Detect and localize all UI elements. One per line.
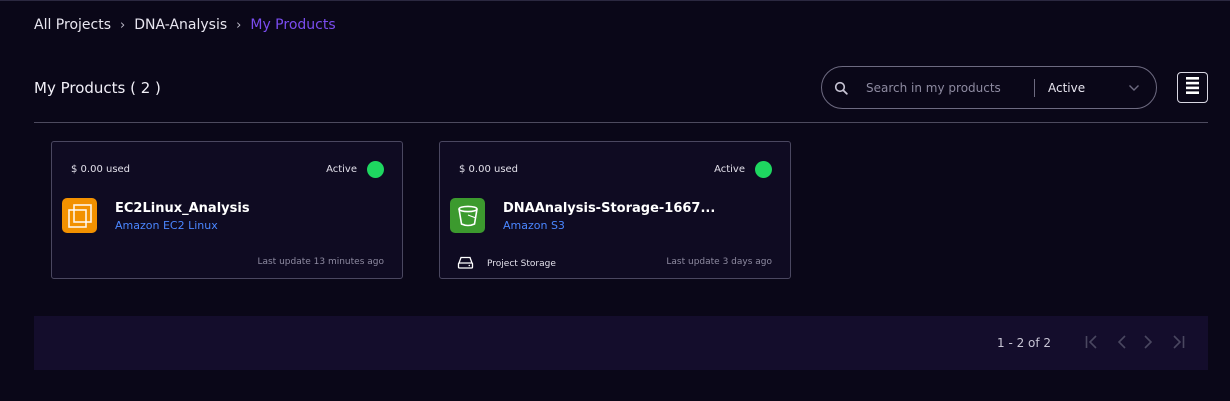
search-divider: [1034, 78, 1035, 97]
ec2-icon: [62, 198, 97, 233]
last-page-icon[interactable]: [1170, 334, 1186, 350]
status-filter-select[interactable]: Active: [1048, 81, 1140, 95]
page-range: 1 - 2 of 2: [997, 336, 1052, 350]
last-update: Last update 3 days ago: [666, 257, 772, 267]
status-label: Active: [714, 164, 745, 175]
product-cost: $ 0.00 used: [459, 164, 519, 175]
project-storage-tag: Project Storage: [457, 255, 556, 272]
breadcrumb-dna-analysis[interactable]: DNA-Analysis: [134, 17, 227, 33]
status-label: Active: [326, 164, 357, 175]
status-filter-value: Active: [1048, 80, 1086, 95]
pagination-bar: 1 - 2 of 2: [34, 316, 1208, 370]
header-divider: [34, 122, 1208, 123]
product-type-link[interactable]: Amazon EC2 Linux: [115, 219, 218, 232]
search-input[interactable]: [864, 79, 1028, 96]
product-name[interactable]: DNAAnalysis-Storage-1667...: [503, 201, 715, 216]
chevron-down-icon: [1128, 84, 1140, 92]
first-page-icon[interactable]: [1084, 334, 1100, 350]
breadcrumb-all-projects[interactable]: All Projects: [34, 17, 111, 33]
product-type-link[interactable]: Amazon S3: [503, 219, 565, 232]
product-card[interactable]: $ 0.00 used Active DNAAnalysis-Storage-1…: [439, 141, 791, 279]
list-view-icon: [1185, 76, 1200, 99]
breadcrumb-separator: ›: [120, 17, 126, 33]
status-indicator-dot: [367, 161, 384, 178]
page-title: My Products ( 2 ): [34, 79, 161, 97]
search-filter-bar: Active: [821, 66, 1157, 109]
previous-page-icon[interactable]: [1114, 334, 1130, 350]
tag-label: Project Storage: [487, 258, 556, 269]
breadcrumb-separator: ›: [236, 17, 242, 33]
product-name[interactable]: EC2Linux_Analysis: [115, 201, 250, 216]
product-cost: $ 0.00 used: [71, 164, 131, 175]
last-update: Last update 13 minutes ago: [257, 257, 384, 267]
s3-bucket-icon: [450, 198, 485, 233]
breadcrumb: All Projects › DNA-Analysis › My Product…: [34, 17, 336, 33]
next-page-icon[interactable]: [1140, 334, 1156, 350]
product-status: Active: [326, 161, 384, 178]
product-card[interactable]: $ 0.00 used Active EC2Linux_Analysis Ama…: [51, 141, 403, 279]
product-status: Active: [714, 161, 772, 178]
breadcrumb-my-products: My Products: [250, 17, 336, 33]
status-indicator-dot: [755, 161, 772, 178]
search-icon: [834, 80, 850, 96]
storage-drive-icon: [457, 255, 474, 272]
list-view-toggle-button[interactable]: [1177, 72, 1208, 103]
